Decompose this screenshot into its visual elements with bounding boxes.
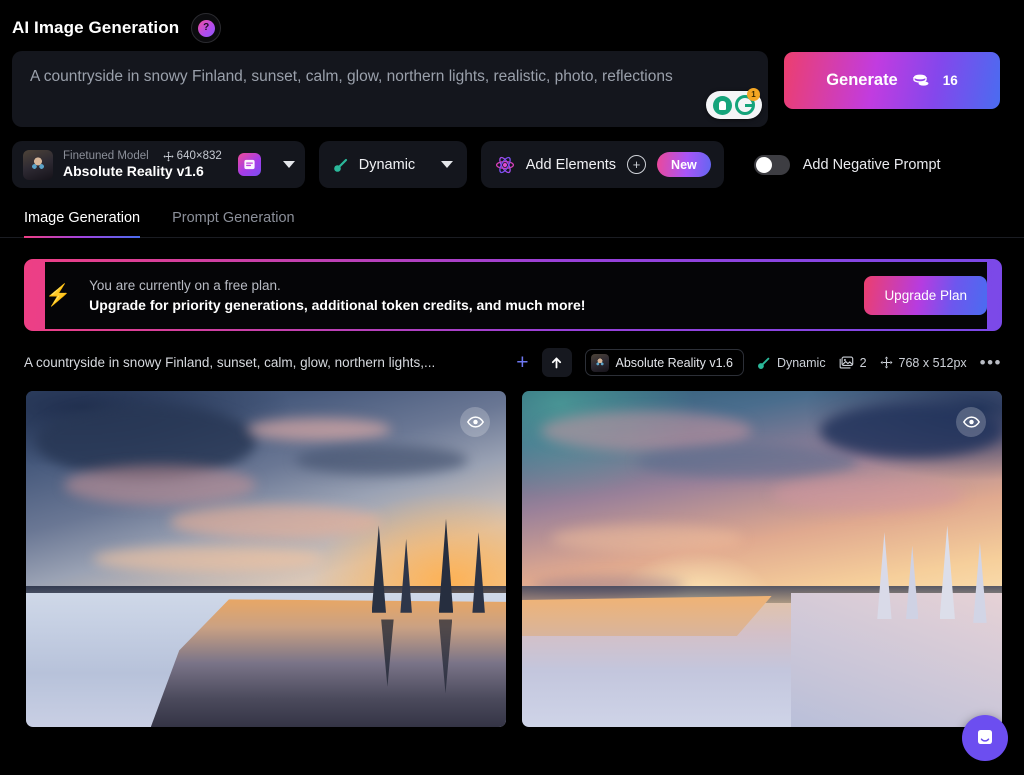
eye-icon (466, 416, 484, 428)
magic-wand-icon (333, 158, 347, 172)
prompt-input[interactable]: A countryside in snowy Finland, sunset, … (12, 51, 768, 127)
app-root: AI Image Generation ? A countryside in s… (0, 0, 1024, 775)
result-dimensions: 768 x 512px (880, 356, 967, 370)
upgrade-banner-line2: Upgrade for priority generations, additi… (89, 296, 586, 313)
plus-circle-icon[interactable]: + (627, 155, 647, 174)
generate-button[interactable]: Generate 16 (784, 52, 1000, 109)
upgrade-banner: ⚡ You are currently on a free plan. Upgr… (24, 259, 1002, 331)
result-dimensions-label: 768 x 512px (898, 355, 967, 370)
arrow-up-icon[interactable] (541, 348, 572, 377)
atom-icon (495, 156, 514, 173)
model-meta: Finetuned Model 640×832 Absolute Reality… (63, 150, 222, 179)
generated-image-1[interactable] (26, 391, 506, 727)
result-image-count-label: 2 (859, 355, 867, 370)
result-prompt-preview: A countryside in snowy Finland, sunset, … (24, 355, 436, 370)
image-2-artwork (522, 391, 1002, 727)
resize-arrows-icon (163, 150, 174, 162)
preview-image-2-button[interactable] (956, 407, 986, 437)
more-horizontal-icon[interactable]: ••• (980, 354, 1002, 371)
model-dimensions: 640×832 (163, 150, 222, 162)
model-thumbnail (23, 149, 53, 180)
images-stack-icon (839, 356, 853, 369)
preview-image-1-button[interactable] (460, 407, 490, 437)
result-preset-label: Dynamic (776, 355, 826, 370)
prompt-row: A countryside in snowy Finland, sunset, … (0, 44, 1024, 127)
page-title: AI Image Generation (12, 18, 180, 37)
result-meta-actions: + Absolute Reality v1.6 Dynamic 2 768 x … (516, 348, 1002, 377)
preset-card-icon[interactable] (237, 153, 261, 176)
question-mark-icon: ? (197, 19, 215, 37)
tab-bar: Image Generation Prompt Generation (0, 188, 1024, 238)
chevron-down-icon[interactable] (282, 161, 295, 168)
negative-prompt-toggle[interactable]: Add Negative Prompt (753, 154, 941, 175)
preset-selector-dynamic[interactable]: Dynamic (318, 141, 467, 188)
result-meta-row: A countryside in snowy Finland, sunset, … (0, 331, 1024, 377)
add-elements-label: Add Elements (525, 156, 617, 173)
toggle-track[interactable] (753, 154, 790, 175)
toggle-knob (755, 156, 772, 173)
preset-selector-label: Dynamic (358, 156, 416, 173)
intercom-launcher[interactable] (962, 715, 1008, 761)
chevron-down-icon[interactable] (440, 161, 453, 168)
chat-bubble-icon (978, 730, 992, 744)
generated-image-2[interactable] (522, 391, 1002, 727)
result-image-count: 2 (839, 356, 867, 370)
resize-arrows-icon (880, 356, 892, 369)
grammarly-badge: 1 (747, 88, 760, 101)
tab-prompt-generation[interactable]: Prompt Generation (172, 210, 295, 238)
model-name-label: Absolute Reality v1.6 (63, 163, 204, 179)
generate-button-label: Generate (826, 71, 898, 89)
grammarly-widget[interactable]: 1 (706, 88, 762, 119)
token-coins-icon (912, 73, 929, 88)
generate-token-cost: 16 (942, 73, 958, 88)
model-thumbnail (590, 353, 609, 372)
result-model-chip[interactable]: Absolute Reality v1.6 (584, 349, 744, 376)
upgrade-banner-text: You are currently on a free plan. Upgrad… (89, 278, 864, 313)
lightbulb-icon (713, 95, 732, 115)
result-model-label: Absolute Reality v1.6 (615, 355, 733, 370)
upgrade-banner-wrap: ⚡ You are currently on a free plan. Upgr… (0, 238, 1024, 331)
negative-prompt-label: Add Negative Prompt (802, 156, 941, 173)
magic-wand-icon (758, 357, 770, 369)
model-dimensions-label: 640×832 (176, 150, 222, 162)
prompt-input-value: A countryside in snowy Finland, sunset, … (30, 68, 673, 85)
page-header: AI Image Generation ? (0, 0, 1024, 44)
upgrade-banner-line1: You are currently on a free plan. (89, 277, 281, 293)
controls-row: Finetuned Model 640×832 Absolute Reality… (0, 127, 1024, 188)
tab-image-generation[interactable]: Image Generation (24, 210, 141, 238)
new-badge: New (657, 152, 711, 177)
upgrade-plan-button[interactable]: Upgrade Plan (864, 275, 987, 315)
result-gallery (0, 377, 1024, 727)
image-1-artwork (26, 391, 506, 727)
add-elements-button[interactable]: Add Elements + New (480, 141, 724, 188)
lightning-bolt-icon: ⚡ (45, 283, 72, 307)
help-button[interactable]: ? (191, 13, 222, 43)
result-preset[interactable]: Dynamic (757, 356, 826, 370)
model-selector[interactable]: Finetuned Model 640×832 Absolute Reality… (12, 141, 305, 188)
eye-icon (962, 416, 980, 428)
plus-icon[interactable]: + (516, 352, 528, 373)
model-kind-label: Finetuned Model (63, 150, 149, 162)
